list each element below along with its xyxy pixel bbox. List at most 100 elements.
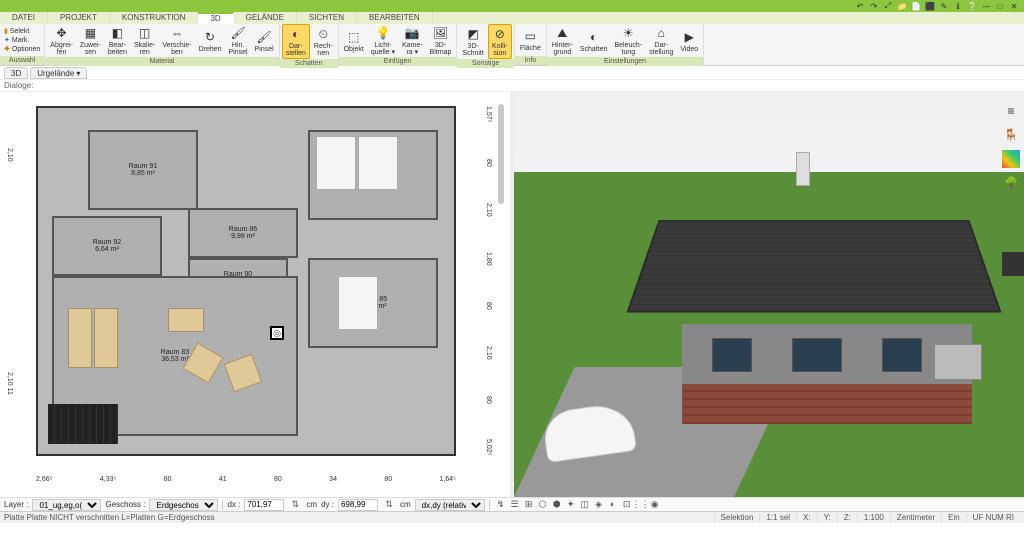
room[interactable]: Raum 926,64 m² <box>52 216 162 276</box>
geschoss-select[interactable]: Erdgeschos <box>149 499 218 511</box>
coord-tool-icon[interactable]: ☰ <box>508 499 522 511</box>
undo-icon[interactable]: ↶ <box>854 1 866 11</box>
dim-label: 80 <box>485 302 492 310</box>
subtab-urgelaende[interactable]: Urgelände ▾ <box>30 67 87 79</box>
coord-tool-icon[interactable]: ⬡ <box>536 499 550 511</box>
stepper-icon[interactable]: ⇅ <box>382 499 396 511</box>
plants-icon[interactable]: 🌳 <box>1002 174 1020 192</box>
coord-tool-icon[interactable]: ⋮⋮ <box>634 499 648 511</box>
new-icon[interactable]: 📄 <box>910 1 922 11</box>
tab-konstruktion[interactable]: KONSTRUKTION <box>110 12 199 24</box>
ribbon: ▮Selekt ✦Mark. ✚Optionen Auswahl ✥Abgrei… <box>0 24 1024 66</box>
scrollbar[interactable] <box>498 104 504 204</box>
tool-kollision[interactable]: ⊘Kolli- sion <box>488 24 512 59</box>
tool-rechnen[interactable]: ⏲Rech- nen <box>311 25 336 58</box>
tool-objekt[interactable]: ⬚Objekt <box>341 28 367 54</box>
tool-abgreifen[interactable]: ✥Abgrei- fen <box>47 24 76 57</box>
colors-icon[interactable]: ▦ <box>1002 150 1020 168</box>
room-area: 36,53 m² <box>161 356 189 363</box>
tool-video[interactable]: ▶Video <box>677 28 701 54</box>
mode-select[interactable]: dx,dy (relativ ka <box>415 499 485 511</box>
edit-icon[interactable]: ✎ <box>938 1 950 11</box>
kitchen-unit[interactable] <box>94 308 118 368</box>
tool-flaeche[interactable]: ▭Fläche <box>517 27 544 53</box>
tool-darstellung[interactable]: ⌂Dar- stellung <box>646 24 676 57</box>
tool-kamera[interactable]: 📷Kame- ra ▾ <box>399 24 426 57</box>
status-y: Y: <box>817 513 837 522</box>
coord-tool-icon[interactable]: ◈ <box>592 499 606 511</box>
3d-bitmap-icon: 🖼 <box>433 25 449 41</box>
dim-label: 1,64⁵ <box>439 476 456 483</box>
tool-beleuchtung[interactable]: ☀Beleuch- tung <box>612 24 646 57</box>
target-marker[interactable]: ◎ <box>270 326 284 340</box>
tool-bearbeiten[interactable]: ◧Bear- beiten <box>105 24 130 57</box>
coord-tool-icon[interactable]: ◫ <box>578 499 592 511</box>
tool-hintergrund[interactable]: ⛰Hinter- grund <box>549 24 576 57</box>
floorplan[interactable]: Raum 918,85 m²Raum 926,64 m² Raum 869,98 … <box>36 106 456 456</box>
tab-sichten[interactable]: SICHTEN <box>297 12 357 24</box>
3d-scene[interactable] <box>514 92 1024 497</box>
sofa[interactable] <box>168 308 204 332</box>
maximize-icon[interactable]: □ <box>994 1 1006 11</box>
mark-button[interactable]: ✦Mark. <box>2 36 42 44</box>
tool-drehen[interactable]: ↻Drehen <box>196 28 225 54</box>
wall-upper <box>682 324 972 384</box>
layer-select[interactable]: 01_ug,eg,o( <box>32 499 101 511</box>
tool-pinsel[interactable]: 🖌Pinsel <box>252 28 277 54</box>
tool-lichtquelle[interactable]: 💡Licht- quelle ▾ <box>368 24 398 57</box>
bed[interactable] <box>338 276 378 330</box>
tool-3d-schnitt[interactable]: ◩3D- Schnitt <box>459 25 486 58</box>
dim-label: 80 <box>384 476 392 483</box>
close-icon[interactable]: ✕ <box>1008 1 1020 11</box>
square-icon[interactable]: ⬛ <box>924 1 936 11</box>
minimize-icon[interactable]: — <box>980 1 992 11</box>
coord-tool-icon[interactable]: ✦ <box>564 499 578 511</box>
coord-tool-icon[interactable]: ◉ <box>648 499 662 511</box>
tool-hin-pinsel[interactable]: 🖌Hin. Pinsel <box>226 24 251 57</box>
coord-tool-icon[interactable]: ⊞ <box>522 499 536 511</box>
kitchen-unit[interactable] <box>68 308 92 368</box>
tool-verschieben[interactable]: ⇔Verschie- ben <box>159 24 194 57</box>
tool-zuweisen[interactable]: ▦Zuwei- sen <box>77 24 104 57</box>
solar-panel[interactable] <box>48 404 118 444</box>
selekt-button[interactable]: ▮Selekt <box>2 27 42 35</box>
tab-bearbeiten[interactable]: BEARBEITEN <box>357 12 433 24</box>
tool-darstellen[interactable]: ◐Dar- stellen <box>282 24 310 59</box>
info-icon[interactable]: ℹ <box>952 1 964 11</box>
room[interactable]: Raum 869,98 m² <box>188 208 298 258</box>
coord-tool-icon[interactable]: ⬢ <box>550 499 564 511</box>
balcony <box>934 344 982 380</box>
help-icon[interactable]: ❔ <box>966 1 978 11</box>
bed[interactable] <box>358 136 398 190</box>
coord-tool-icon[interactable]: ◐ <box>606 498 620 510</box>
2d-view[interactable]: Raum 918,85 m²Raum 926,64 m² Raum 869,98 … <box>0 92 510 497</box>
expand-icon[interactable]: ⤢ <box>882 1 894 11</box>
room[interactable]: Raum 918,85 m² <box>88 130 198 210</box>
dx-input[interactable] <box>244 499 284 511</box>
tab-gelaende[interactable]: GELÄNDE <box>234 12 297 24</box>
bed[interactable] <box>316 136 356 190</box>
dy-input[interactable] <box>338 499 378 511</box>
dim-label: 80 <box>485 396 492 404</box>
open-icon[interactable]: 📁 <box>896 1 908 11</box>
tool-skalieren[interactable]: ◫Skalie- ren <box>131 24 158 57</box>
expand-panel-button[interactable]: ≡ <box>1002 252 1024 276</box>
rechnen-icon: ⏲ <box>315 26 331 42</box>
subtab-3d[interactable]: 3D <box>4 67 28 79</box>
layers-icon[interactable]: ≡ <box>1002 102 1020 120</box>
3d-view[interactable]: ≡ 🪑 ▦ 🌳 ≡ <box>510 92 1024 497</box>
tool-3d-bitmap[interactable]: 🖼3D- Bitmap <box>427 24 455 57</box>
hintergrund-icon: ⛰ <box>554 25 570 41</box>
chevron-down-icon[interactable]: ▾ <box>76 69 80 78</box>
tab-projekt[interactable]: PROJEKT <box>48 12 110 24</box>
furniture-icon[interactable]: 🪑 <box>1002 126 1020 144</box>
optionen-button[interactable]: ✚Optionen <box>2 45 42 53</box>
redo-icon[interactable]: ↷ <box>868 1 880 11</box>
room-area: 8,85 m² <box>131 170 155 177</box>
tab-3d[interactable]: 3D <box>198 12 233 24</box>
tool-schatten2[interactable]: ◐Schatten <box>577 28 611 54</box>
stepper-icon[interactable]: ⇅ <box>288 499 302 511</box>
group-einfuegen: ⬚Objekt💡Licht- quelle ▾📷Kame- ra ▾🖼3D- B… <box>339 24 458 65</box>
tab-datei[interactable]: DATEI <box>0 12 48 24</box>
coord-tool-icon[interactable]: ↯ <box>494 499 508 511</box>
